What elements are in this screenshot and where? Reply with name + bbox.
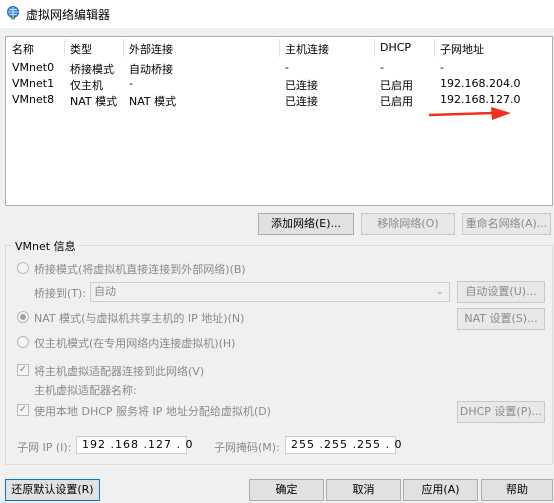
column-divider[interactable] [64, 39, 65, 57]
column-divider[interactable] [279, 39, 280, 57]
help-button[interactable]: 帮助 [481, 479, 553, 501]
remove-network-button[interactable]: 移除网络(O) [361, 213, 455, 235]
bridged-mode-label: 桥接模式(将虚拟机直接连接到外部网络)(B) [34, 263, 246, 276]
bridged-to-label: 桥接到(T): [34, 287, 87, 300]
bridged-to-value: 自动 [94, 285, 116, 298]
table-row[interactable]: VMnet0 桥接模式 自动桥接 - - - [6, 61, 552, 77]
add-network-button[interactable]: 添加网络(E)... [258, 213, 354, 235]
cell-dhcp: 已启用 [380, 79, 413, 92]
cell-host: 已连接 [285, 79, 318, 92]
host-only-label: 仅主机模式(在专用网络内连接虚拟机)(H) [34, 337, 236, 350]
column-header-external[interactable]: 外部连接 [129, 41, 173, 57]
table-row[interactable]: VMnet1 仅主机 - 已连接 已启用 192.168.204.0 [6, 77, 552, 93]
vmnet-info-title: VMnet 信息 [12, 238, 79, 254]
cell-host: 已连接 [285, 95, 318, 108]
apply-button[interactable]: 应用(A) [403, 479, 478, 501]
subnet-mask-label: 子网掩码(M): [214, 441, 280, 454]
annotation-arrow-icon [428, 107, 511, 120]
nat-mode-radio[interactable] [17, 311, 29, 323]
column-header-dhcp[interactable]: DHCP [380, 41, 411, 57]
cell-subnet: 192.168.204.0 [440, 77, 521, 90]
adapter-name-label: 主机虚拟适配器名称: [34, 384, 137, 397]
cell-type: 仅主机 [70, 79, 103, 92]
cell-name: VMnet0 [12, 61, 55, 74]
subnet-mask-field[interactable]: 255 .255 .255 . 0 [285, 436, 401, 454]
rename-network-button[interactable]: 重命名网络(A)... [462, 213, 551, 235]
cell-type: 桥接模式 [70, 63, 114, 76]
auto-settings-button[interactable]: 自动设置(U)... [457, 281, 545, 303]
subnet-ip-label: 子网 IP (I): [17, 441, 72, 454]
subnet-ip-field[interactable]: 192 .168 .127 . 0 [76, 436, 192, 454]
column-header-host[interactable]: 主机连接 [285, 41, 329, 57]
connect-adapter-label: 将主机虚拟适配器连接到此网络(V) [34, 365, 205, 378]
window-title: 虚拟网络编辑器 [26, 8, 111, 22]
use-dhcp-label: 使用本地 DHCP 服务将 IP 地址分配给虚拟机(D) [34, 405, 271, 418]
column-divider[interactable] [123, 39, 124, 57]
column-divider[interactable] [374, 39, 375, 57]
vmnet-info-group [5, 245, 553, 465]
nat-mode-label: NAT 模式(与虚拟机共享主机的 IP 地址)(N) [34, 312, 245, 325]
cell-name: VMnet1 [12, 77, 55, 90]
cell-type: NAT 模式 [70, 95, 118, 108]
cell-external: NAT 模式 [129, 95, 177, 108]
cell-dhcp: - [380, 61, 384, 74]
column-header-type[interactable]: 类型 [70, 41, 92, 57]
host-only-radio[interactable] [17, 336, 29, 348]
cell-external: - [129, 77, 133, 90]
cancel-button[interactable]: 取消 [326, 479, 401, 501]
bridged-mode-radio[interactable] [17, 262, 29, 274]
bridged-to-select[interactable]: 自动 ⌄ [90, 282, 450, 302]
column-header-subnet[interactable]: 子网地址 [440, 41, 484, 57]
restore-defaults-button[interactable]: 还原默认设置(R) [5, 479, 100, 501]
network-globe-icon [7, 6, 19, 20]
title-bar: 虚拟网络编辑器 [0, 0, 554, 28]
use-dhcp-checkbox[interactable]: ✓ [17, 404, 29, 416]
ok-button[interactable]: 确定 [249, 479, 324, 501]
chevron-down-icon: ⌄ [435, 286, 444, 297]
dhcp-settings-button[interactable]: DHCP 设置(P)... [457, 401, 545, 423]
column-divider[interactable] [434, 39, 435, 57]
cell-name: VMnet8 [12, 93, 55, 106]
connect-adapter-checkbox[interactable]: ✓ [17, 364, 29, 376]
cell-dhcp: 已启用 [380, 95, 413, 108]
cell-external: 自动桥接 [129, 63, 173, 76]
column-header-name[interactable]: 名称 [12, 41, 34, 57]
nat-settings-button[interactable]: NAT 设置(S)... [457, 308, 545, 330]
cell-host: - [285, 61, 289, 74]
cell-subnet: - [440, 61, 444, 74]
